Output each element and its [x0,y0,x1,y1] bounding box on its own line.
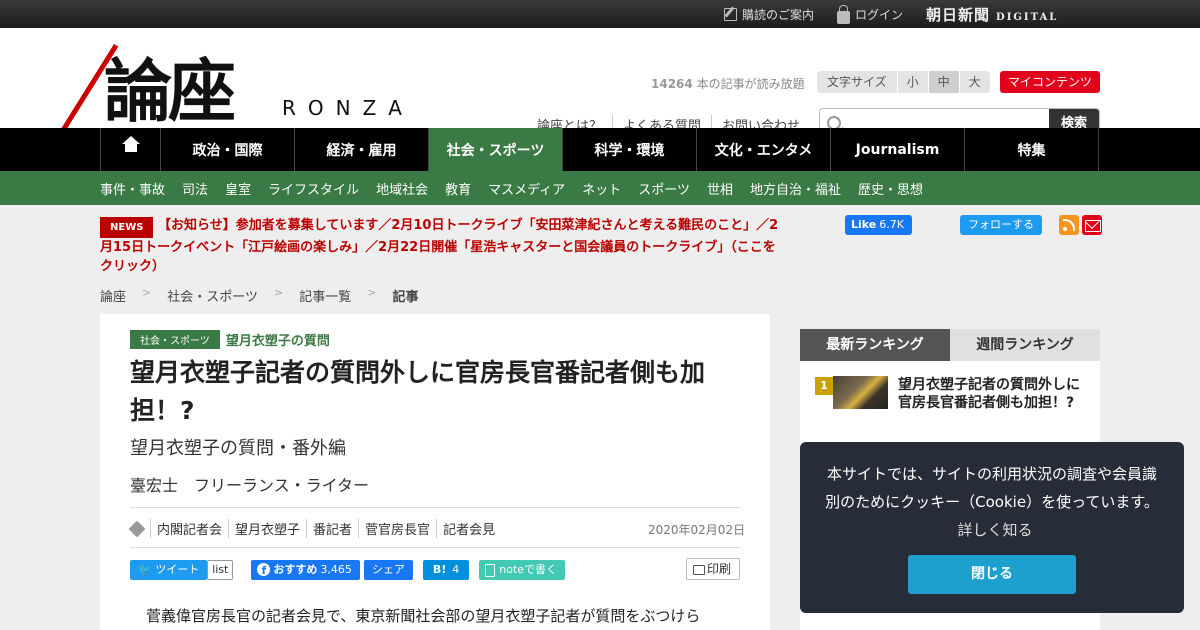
rank-number: 1 [815,377,833,395]
subnav-item[interactable]: スポーツ [638,179,690,198]
lock-icon [837,4,850,24]
article-title: 望月衣塑子記者の質問外しに官房長官番記者側も加担！? [130,358,706,425]
note-button[interactable]: noteで書く [479,560,566,580]
tag-link[interactable]: 内閣記者会 [150,519,228,538]
my-contents-button[interactable]: マイコンテンツ [1000,71,1100,93]
tag-link[interactable]: 望月衣塑子 [228,519,306,538]
nav-science[interactable]: 科学・環境 [563,128,697,171]
subscribe-link[interactable]: 購読のご案内 [724,0,814,28]
breadcrumb-category[interactable]: 社会・スポーツ [167,286,258,305]
nav-politics[interactable]: 政治・国際 [161,128,295,171]
cookie-text: 本サイトでは、サイトの利用状況の調査や会員識別のためにクッキー（Cookie）を… [825,465,1159,511]
font-size-control: 文字サイズ 小 中 大 [817,71,990,93]
rss-icon[interactable] [1059,215,1079,235]
article-body: 菅義偉官房長官の記者会見で、東京新聞社会部の望月衣塑子記者が質問をぶつけら [146,607,701,625]
tag-icon [128,520,146,537]
divider [130,547,740,548]
subnav-item[interactable]: 皇室 [225,179,251,198]
print-button[interactable]: 印刷 [686,558,740,580]
subnav-item[interactable]: ネット [582,179,621,198]
cookie-more-link[interactable]: 詳しく知る [957,521,1032,539]
facebook-recommend-button[interactable]: おすすめ3,465 [251,560,360,580]
hatena-bookmark-button[interactable]: B! 4 [422,560,470,580]
nav-economy[interactable]: 経済・雇用 [295,128,429,171]
breadcrumb-separator: > [273,286,284,299]
font-size-small[interactable]: 小 [897,71,929,93]
subnav-item[interactable]: 司法 [182,179,208,198]
facebook-share-button[interactable]: シェア [363,560,413,580]
nav-journalism[interactable]: Journalism [831,128,965,171]
news-banner[interactable]: NEWS 【お知らせ】参加者を募集しています／2月10日トークライブ「安田菜津紀… [100,216,780,276]
nav-culture[interactable]: 文化・エンタメ [697,128,831,171]
article-category: 社会・スポーツ 望月衣塑子の質問 [130,330,330,349]
asahi-digital-logo[interactable]: 朝日新聞 DIGITAL [926,0,1058,28]
subnav-item[interactable]: 世相 [707,179,733,198]
category-tag[interactable]: 社会・スポーツ [130,330,220,349]
home-icon [121,136,140,156]
sub-nav: 事件・事故 司法 皇室 ライフスタイル 地域社会 教育 マスメディア ネット ス… [0,171,1200,205]
subnav-item[interactable]: 教育 [445,179,471,198]
tag-link[interactable]: 記者会見 [436,519,501,538]
ranking-item[interactable]: 1 望月衣塑子記者の質問外しに官房長官番記者側も加担！? [815,376,1083,412]
read-count: 14264 本の記事が読み放題 [651,77,805,91]
font-size-large[interactable]: 大 [959,71,990,93]
subnav-item[interactable]: 地方自治・福祉 [750,179,841,198]
breadcrumb: 論座 > 社会・スポーツ > 記事一覧 > 記事 [100,286,434,305]
tag-link[interactable]: 菅官房長官 [358,519,436,538]
tab-latest-ranking[interactable]: 最新ランキング [800,329,950,361]
subnav-item[interactable]: 歴史・思想 [858,179,923,198]
subnav-item[interactable]: マスメディア [488,179,565,198]
article-card: 社会・スポーツ 望月衣塑子の質問 望月衣塑子記者の質問外しに官房長官番記者側も加… [100,314,770,630]
main-nav: 政治・国際 経済・雇用 社会・スポーツ 科学・環境 文化・エンタメ Journa… [0,128,1200,171]
login-link[interactable]: ログイン [837,0,903,28]
logo-kanji: 論座 [104,52,236,132]
subnav-item[interactable]: ライフスタイル [268,179,359,198]
breadcrumb-home[interactable]: 論座 [100,286,126,305]
breadcrumb-current: 記事 [392,290,419,305]
top-bar: 購読のご案内 ログイン 朝日新聞 DIGITAL [0,0,1200,28]
twitter-follow-button[interactable]: フォローする [960,215,1042,235]
subnav-item[interactable]: 地域社会 [376,179,428,198]
subnav-item[interactable]: 事件・事故 [100,179,165,198]
mail-icon[interactable] [1082,215,1102,235]
nav-features[interactable]: 特集 [965,128,1099,171]
series-link[interactable]: 望月衣塑子の質問 [226,330,330,349]
breadcrumb-list[interactable]: 記事一覧 [299,286,351,305]
edit-icon [724,7,737,21]
article-date: 2020年02月02日 [648,523,746,537]
article-subtitle: 望月衣塑子の質問・番外編 [130,438,346,459]
news-badge: NEWS [100,217,154,238]
nav-home[interactable] [100,128,161,171]
list-button[interactable]: list [207,560,234,580]
tweet-button[interactable]: 🐦 ツイート [130,560,208,580]
breadcrumb-separator: > [142,286,152,299]
tag-link[interactable]: 番記者 [306,519,358,538]
ranking-thumbnail [833,376,888,409]
facebook-like-button[interactable]: Like 6.7K [845,215,912,235]
tab-weekly-ranking[interactable]: 週間ランキング [950,329,1100,361]
font-size-label: 文字サイズ [817,71,898,93]
cookie-close-button[interactable]: 閉じる [908,555,1076,594]
share-buttons: 🐦 ツイート list おすすめ3,465 シェア B!4 noteで書く [130,560,573,580]
site-header: 論座 RONZA 14264 本の記事が読み放題 文字サイズ 小 中 大 マイコ… [0,28,1200,139]
divider [130,507,740,508]
news-text: 【お知らせ】参加者を募集しています／2月10日トークライブ「安田菜津紀さんと考え… [100,218,779,274]
article-tags: 内閣記者会 望月衣塑子 番記者 菅官房長官 記者会見 [128,519,501,538]
cookie-notice: 本サイトでは、サイトの利用状況の調査や会員識別のためにクッキー（Cookie）を… [800,442,1184,613]
breadcrumb-separator: > [367,286,377,299]
article-author[interactable]: 臺宏士 フリーランス・ライター [130,472,369,496]
ranking-title: 望月衣塑子記者の質問外しに官房長官番記者側も加担！? [898,377,1080,411]
font-size-medium[interactable]: 中 [928,71,960,93]
logo-roman: RONZA [282,96,414,120]
nav-society-sports[interactable]: 社会・スポーツ [429,128,563,171]
